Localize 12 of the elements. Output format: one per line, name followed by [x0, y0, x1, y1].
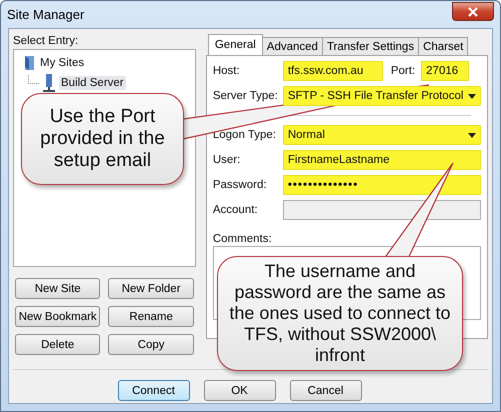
callout-tooltip: Use the Port provided in the setup email [21, 93, 184, 185]
field-label: Logon Type: [212, 129, 277, 141]
field-label: User: [212, 154, 242, 166]
comments-label: Comments: [212, 233, 273, 245]
callout-tooltip: The username and password are the same as the ones used to connect to TFS, without SSW2000\ infront [217, 256, 463, 371]
window-title: Site Manager [7, 7, 84, 22]
host-label: Host: [212, 65, 241, 77]
port-label: Port: [390, 65, 416, 77]
field-label: Password: [212, 179, 268, 191]
field-label: Account: [212, 204, 259, 216]
field-label: Server Type: [212, 90, 279, 102]
select-entry-label: Select Entry: [13, 35, 80, 47]
